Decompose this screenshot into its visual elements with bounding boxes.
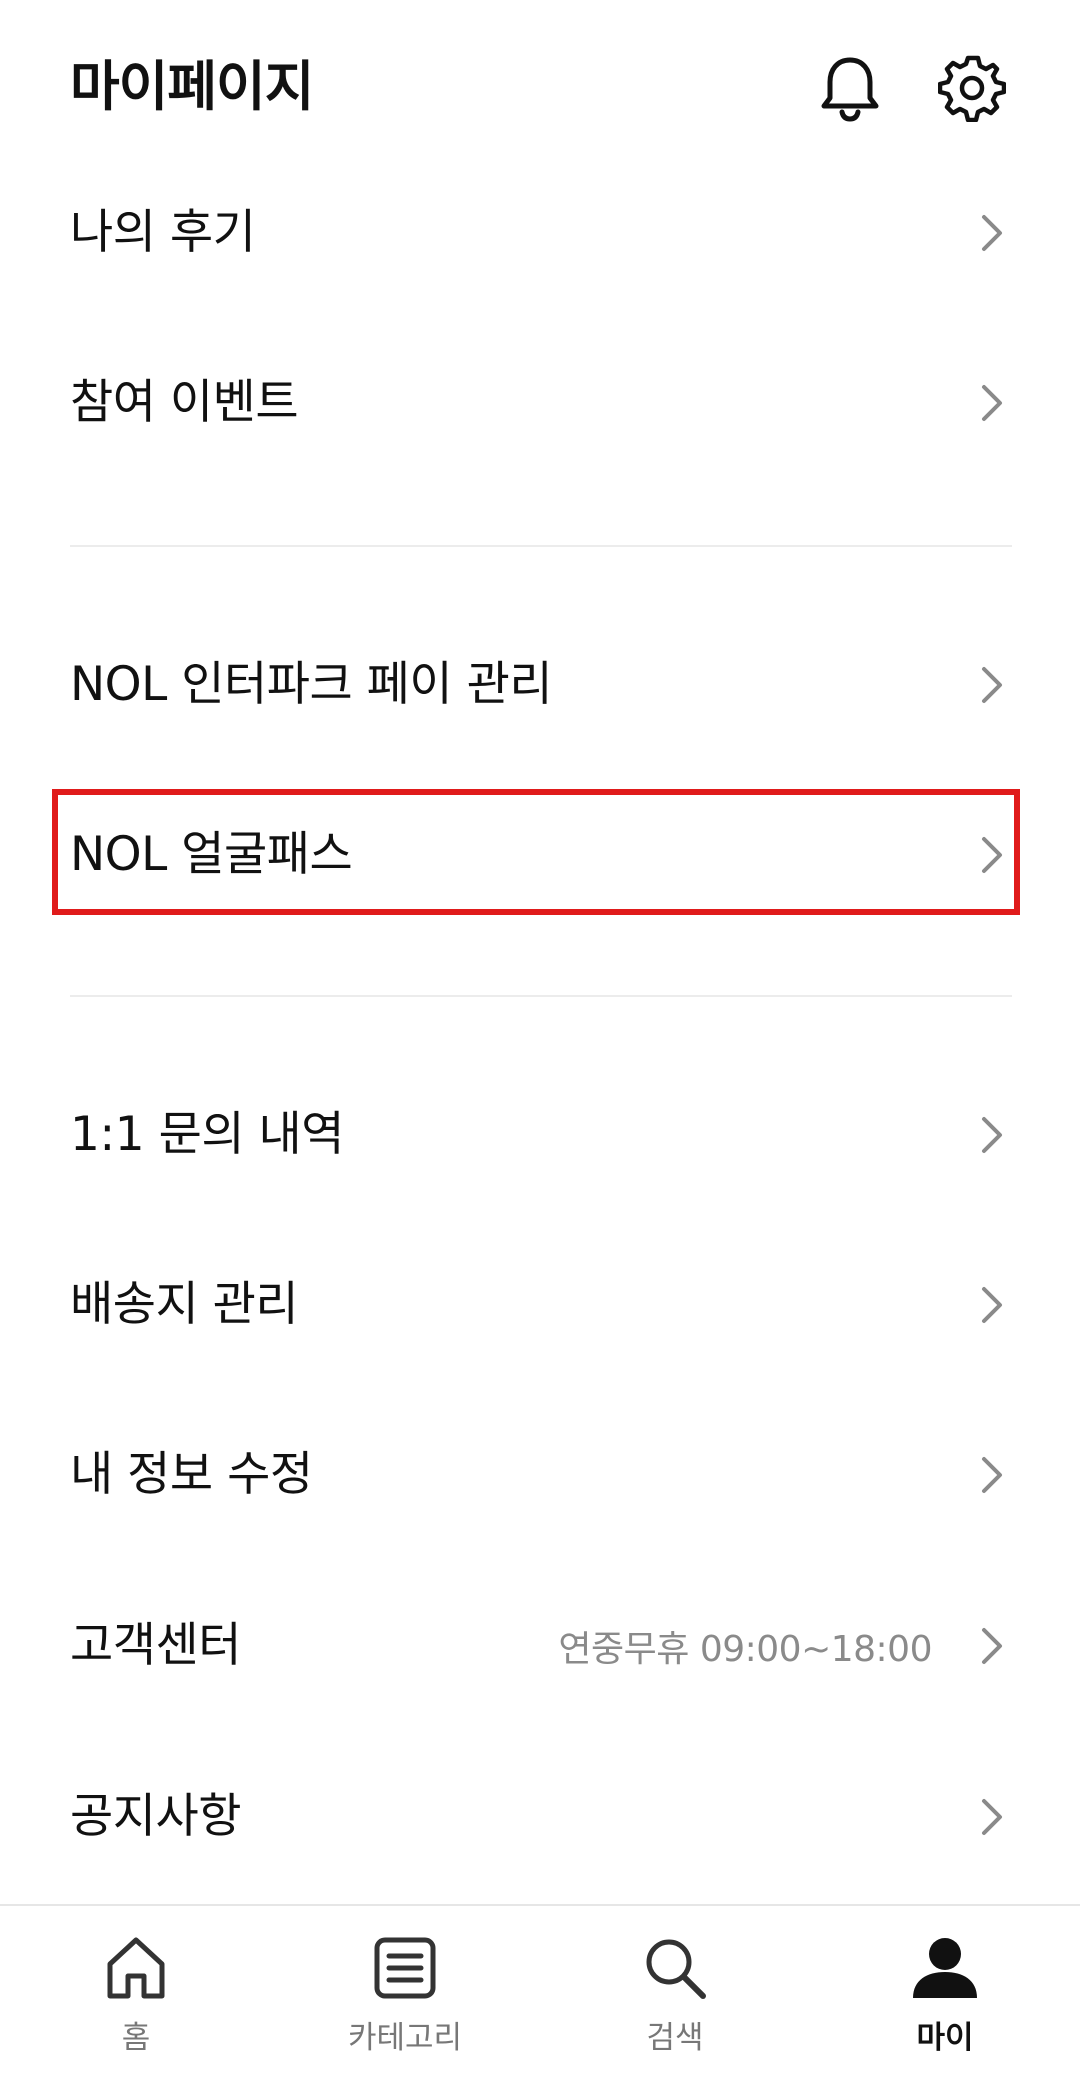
menu-item-address[interactable]: 배송지 관리 — [0, 1240, 1080, 1370]
menu-item-inquiry[interactable]: 1:1 문의 내역 — [0, 1070, 1080, 1200]
menu-item-face-pass[interactable]: NOL 얼굴패스 — [0, 790, 1080, 920]
section-divider — [70, 545, 1012, 547]
menu-item-label: 내 정보 수정 — [70, 1447, 313, 1502]
customer-center-hours: 연중무휴 09:00~18:00 — [558, 1629, 932, 1670]
nav-category[interactable]: 카테고리 — [305, 1932, 505, 2072]
chevron-right-icon — [982, 385, 1002, 421]
menu-item-reviews[interactable]: 나의 후기 — [0, 168, 1080, 298]
chevron-right-icon — [982, 667, 1002, 703]
menu-item-label: 나의 후기 — [70, 205, 256, 260]
search-icon — [646, 1939, 706, 1999]
chevron-right-icon — [982, 1628, 1002, 1664]
nav-my[interactable]: 마이 — [845, 1932, 1045, 2072]
nav-search[interactable]: 검색 — [575, 1932, 775, 2072]
gear-icon[interactable] — [936, 52, 1008, 124]
section-divider — [70, 995, 1012, 997]
list-icon — [374, 1937, 436, 1999]
nav-label-my: 마이 — [916, 2020, 974, 2056]
chevron-right-icon — [982, 1799, 1002, 1835]
bell-icon[interactable] — [814, 52, 886, 124]
menu-item-events[interactable]: 참여 이벤트 — [0, 338, 1080, 468]
menu-item-label: 공지사항 — [70, 1789, 241, 1844]
menu-item-label: 참여 이벤트 — [70, 375, 299, 430]
chevron-right-icon — [982, 215, 1002, 251]
menu-item-label: 1:1 문의 내역 — [70, 1107, 344, 1162]
menu-item-label: NOL 인터파크 페이 관리 — [70, 657, 553, 712]
menu-item-customer-center[interactable]: 고객센터 연중무휴 09:00~18:00 — [0, 1581, 1080, 1711]
menu-item-label: 배송지 관리 — [70, 1277, 299, 1332]
menu-item-label: NOL 얼굴패스 — [70, 827, 353, 882]
header: 마이페이지 — [0, 0, 1080, 180]
home-icon — [107, 1937, 165, 1999]
menu-item-edit-profile[interactable]: 내 정보 수정 — [0, 1410, 1080, 1540]
nav-home[interactable]: 홈 — [36, 1932, 236, 2072]
chevron-right-icon — [982, 1117, 1002, 1153]
menu-item-notices[interactable]: 공지사항 — [0, 1752, 1080, 1882]
nav-label-search: 검색 — [646, 2020, 704, 2056]
chevron-right-icon — [982, 837, 1002, 873]
nav-label-category: 카테고리 — [347, 2020, 463, 2056]
page-title: 마이페이지 — [70, 55, 314, 118]
person-icon — [913, 1938, 977, 1998]
menu-item-label: 고객센터 — [70, 1618, 241, 1673]
bottom-nav: 홈 카테고리 검색 마이 — [0, 1904, 1080, 2090]
menu-item-pay-manage[interactable]: NOL 인터파크 페이 관리 — [0, 620, 1080, 750]
nav-label-home: 홈 — [121, 2020, 151, 2056]
chevron-right-icon — [982, 1457, 1002, 1493]
chevron-right-icon — [982, 1287, 1002, 1323]
